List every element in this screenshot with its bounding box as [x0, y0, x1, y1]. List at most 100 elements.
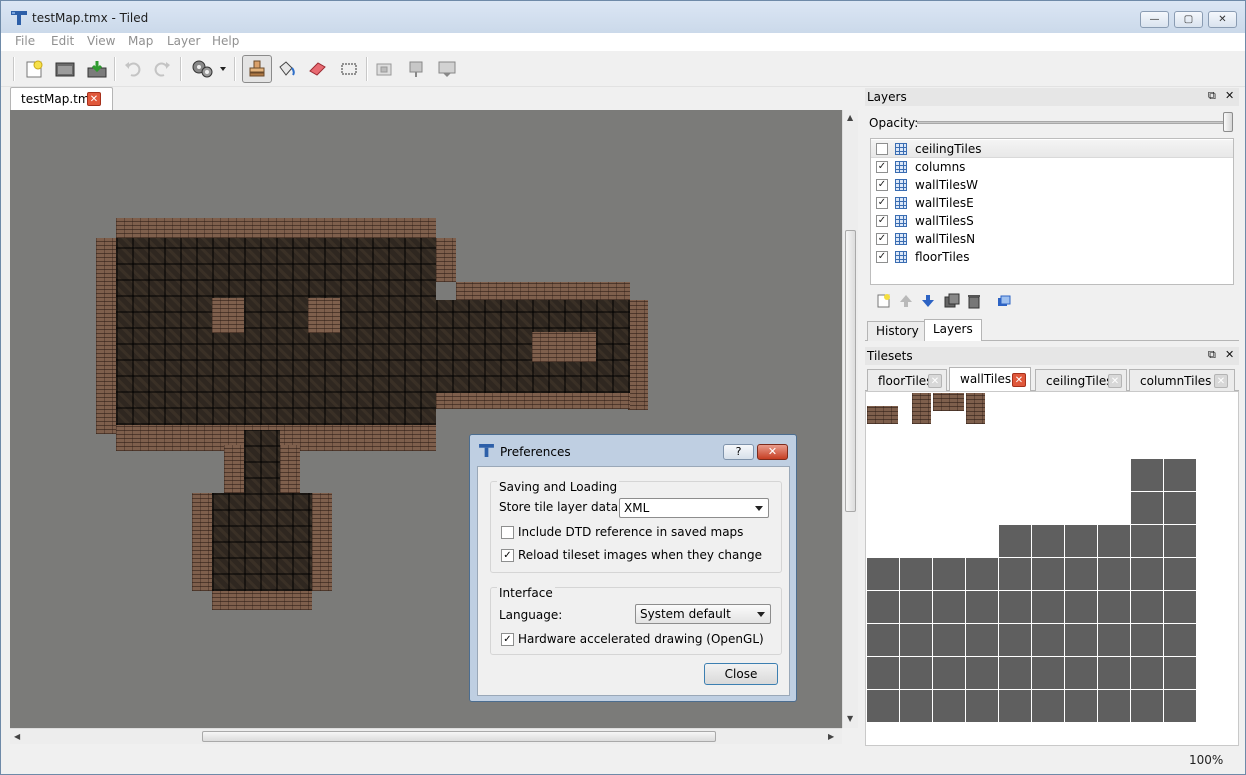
tileset-tile[interactable] — [1164, 492, 1196, 524]
tileset-tile[interactable] — [900, 591, 932, 623]
layer-row[interactable]: ✓ wallTilesE — [871, 194, 1233, 212]
close-tab-icon[interactable]: ✕ — [1108, 374, 1122, 388]
tileset-tile[interactable] — [1164, 558, 1196, 590]
tileset-tile[interactable] — [1164, 657, 1196, 689]
tileset-tile[interactable] — [1164, 591, 1196, 623]
save-button[interactable] — [85, 57, 109, 81]
layer-visibility-checkbox[interactable]: ✓ — [876, 233, 888, 245]
raise-layer-icon[interactable] — [898, 293, 914, 309]
tileset-tile[interactable] — [1065, 624, 1097, 656]
tileset-tile[interactable] — [966, 690, 998, 722]
tileset-tile[interactable] — [933, 657, 965, 689]
layer-visibility-checkbox[interactable] — [876, 143, 888, 155]
tileset-tile[interactable] — [1065, 525, 1097, 557]
help-button[interactable]: ? — [723, 444, 754, 460]
wall-tile[interactable] — [867, 406, 898, 424]
horizontal-scrollbar[interactable]: ◀ ▶ — [10, 728, 842, 744]
tileset-tile[interactable] — [1131, 624, 1163, 656]
tileset-tile[interactable] — [867, 690, 899, 722]
tileset-tile[interactable] — [1131, 690, 1163, 722]
float-panel-icon[interactable]: ⧉ — [1208, 348, 1216, 362]
close-tab-icon[interactable]: ✕ — [1214, 374, 1228, 388]
tileset-tile[interactable] — [1131, 657, 1163, 689]
tileset-tile[interactable] — [999, 624, 1031, 656]
layer-visibility-checkbox[interactable]: ✓ — [876, 251, 888, 263]
layer-row[interactable]: ✓ columns — [871, 158, 1233, 176]
stamp-brush-tool[interactable] — [242, 55, 272, 83]
tileset-tile[interactable] — [900, 624, 932, 656]
insert-object-tool[interactable] — [404, 57, 428, 81]
tileset-tile[interactable] — [1065, 558, 1097, 590]
open-button[interactable] — [53, 57, 77, 81]
tileset-tile[interactable] — [1098, 690, 1130, 722]
language-select[interactable]: System default — [635, 604, 771, 624]
map-object-tool[interactable] — [373, 57, 397, 81]
tab-layers[interactable]: Layers — [924, 319, 982, 341]
tileset-tile[interactable] — [1164, 690, 1196, 722]
menu-layer[interactable]: Layer — [167, 34, 200, 48]
layer-visibility-checkbox[interactable]: ✓ — [876, 179, 888, 191]
tileset-tile[interactable] — [1131, 492, 1163, 524]
tileset-tile[interactable] — [1032, 690, 1064, 722]
tileset-tile[interactable] — [1098, 624, 1130, 656]
tileset-tile[interactable] — [966, 591, 998, 623]
close-button[interactable]: Close — [704, 663, 778, 685]
layer-row[interactable]: ✓ wallTilesW — [871, 176, 1233, 194]
close-panel-icon[interactable]: ✕ — [1225, 89, 1234, 102]
float-panel-icon[interactable]: ⧉ — [1208, 89, 1216, 103]
tileset-tile[interactable] — [1098, 558, 1130, 590]
tileset-tile[interactable] — [999, 591, 1031, 623]
layer-visibility-checkbox[interactable]: ✓ — [876, 215, 888, 227]
minimize-button[interactable]: — — [1140, 11, 1169, 28]
tileset-tile[interactable] — [1032, 525, 1064, 557]
tileset-tile[interactable] — [999, 525, 1031, 557]
redo-button[interactable] — [150, 57, 174, 81]
tileset-tile[interactable] — [1131, 459, 1163, 491]
tileset-tile[interactable] — [1065, 657, 1097, 689]
layer-row[interactable]: ✓ floorTiles — [871, 248, 1233, 266]
tileset-tile[interactable] — [1098, 657, 1130, 689]
tileset-tile[interactable] — [1131, 558, 1163, 590]
tileset-tile[interactable] — [933, 624, 965, 656]
tileset-tile[interactable] — [900, 690, 932, 722]
scroll-left-icon[interactable]: ◀ — [14, 732, 20, 741]
horizontal-scroll-thumb[interactable] — [202, 731, 716, 742]
menu-file[interactable]: File — [15, 34, 35, 48]
close-tab-icon[interactable]: ✕ — [928, 374, 942, 388]
menu-edit[interactable]: Edit — [51, 34, 74, 48]
reload-checkbox[interactable]: ✓ — [501, 549, 514, 562]
scroll-down-icon[interactable]: ▼ — [847, 714, 853, 723]
duplicate-layer-icon[interactable] — [944, 293, 960, 309]
tileset-tile[interactable] — [933, 690, 965, 722]
tileset-tile[interactable] — [999, 558, 1031, 590]
tileset-tile[interactable] — [999, 657, 1031, 689]
tileset-tile[interactable] — [900, 657, 932, 689]
tileset-tile[interactable] — [1164, 459, 1196, 491]
tileset-tile[interactable] — [1032, 624, 1064, 656]
close-window-button[interactable]: ✕ — [1208, 11, 1237, 28]
tileset-tile[interactable] — [1065, 690, 1097, 722]
hw-accel-checkbox[interactable]: ✓ — [501, 633, 514, 646]
vertical-scroll-thumb[interactable] — [845, 230, 856, 512]
insert-tile-tool[interactable] — [435, 57, 459, 81]
menu-help[interactable]: Help — [212, 34, 239, 48]
close-tab-icon[interactable]: ✕ — [1012, 373, 1026, 387]
tileset-tile[interactable] — [1164, 525, 1196, 557]
tileset-tile[interactable] — [933, 591, 965, 623]
maximize-button[interactable]: ▢ — [1174, 11, 1203, 28]
new-map-button[interactable] — [23, 57, 47, 81]
opacity-slider[interactable] — [917, 121, 1231, 124]
tileset-tile[interactable] — [1131, 591, 1163, 623]
dtd-checkbox[interactable] — [501, 526, 514, 539]
tileset-view[interactable] — [865, 391, 1239, 746]
undo-button[interactable] — [121, 57, 145, 81]
tileset-tile[interactable] — [966, 657, 998, 689]
tileset-tile[interactable] — [867, 558, 899, 590]
tab-columntiles[interactable]: columnTiles ✕ — [1129, 369, 1235, 391]
layer-properties-icon[interactable] — [996, 293, 1012, 309]
store-format-select[interactable]: XML — [619, 498, 769, 518]
opacity-slider-handle[interactable] — [1223, 112, 1233, 132]
lower-layer-icon[interactable] — [920, 293, 936, 309]
layer-visibility-checkbox[interactable]: ✓ — [876, 161, 888, 173]
tileset-tile[interactable] — [1032, 657, 1064, 689]
